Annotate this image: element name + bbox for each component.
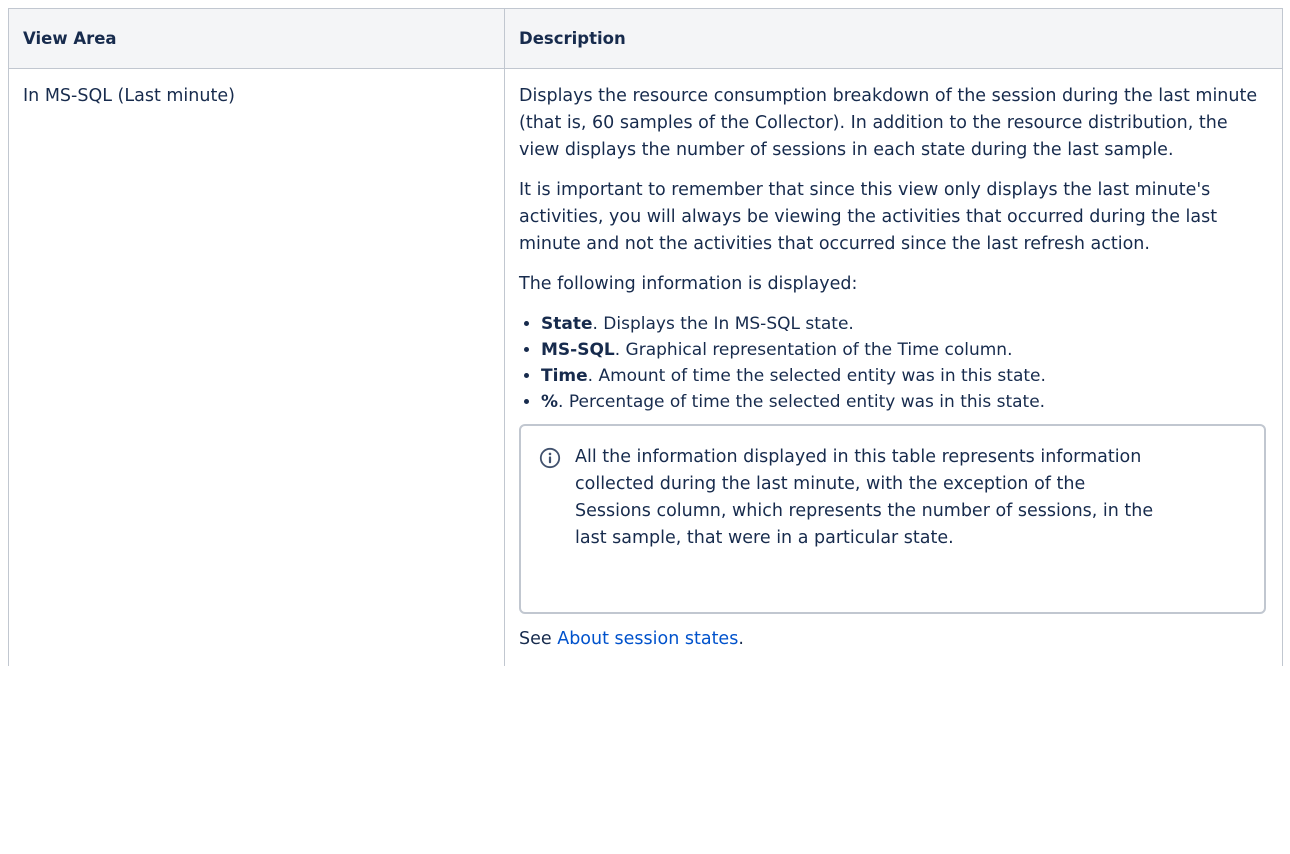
- column-header-description: Description: [504, 8, 1283, 69]
- term-state: State: [541, 314, 593, 334]
- column-header-view-area: View Area: [8, 8, 505, 69]
- list-item-state: State. Displays the In MS-SQL state.: [541, 311, 1266, 337]
- term-time: Time: [541, 366, 588, 386]
- term-description: . Graphical representation of the Time c…: [614, 340, 1013, 360]
- about-session-states-link[interactable]: About session states: [557, 629, 738, 649]
- list-item-percent: %. Percentage of time the selected entit…: [541, 389, 1266, 415]
- see-also-prefix: See: [519, 629, 558, 649]
- description-paragraph: The following information is displayed:: [519, 274, 858, 294]
- term-description: . Displays the In MS-SQL state.: [592, 314, 854, 334]
- table-row: In MS-SQL (Last minute) Displays the res…: [8, 68, 1283, 666]
- page: View Area Description In MS-SQL (Last mi…: [8, 8, 1283, 854]
- information-list: State. Displays the In MS-SQL state. MS-…: [519, 311, 1266, 415]
- list-item-ms-sql: MS-SQL. Graphical representation of the …: [541, 337, 1266, 363]
- view-area-name: In MS-SQL (Last minute): [23, 86, 235, 106]
- info-panel: All the information displayed in this ta…: [519, 424, 1266, 614]
- term-ms-sql: MS-SQL: [541, 340, 615, 360]
- term-percent: %: [541, 392, 559, 412]
- list-item-time: Time. Amount of time the selected entity…: [541, 363, 1266, 389]
- term-description: . Percentage of time the selected entity…: [558, 392, 1046, 412]
- description-paragraph: It is important to remember that since t…: [519, 180, 1218, 254]
- see-also: See About session states.: [519, 626, 1266, 653]
- info-panel-text: All the information displayed in this ta…: [575, 447, 1154, 548]
- term-description: . Amount of time the selected entity was…: [587, 366, 1046, 386]
- table-header-row: View Area Description: [8, 8, 1283, 69]
- view-area-table: View Area Description In MS-SQL (Last mi…: [8, 8, 1283, 666]
- see-also-suffix: .: [738, 629, 744, 649]
- view-area-cell: In MS-SQL (Last minute): [8, 68, 505, 666]
- info-icon: [539, 447, 561, 469]
- description-paragraph: Displays the resource consumption breakd…: [519, 86, 1258, 160]
- description-cell: Displays the resource consumption breakd…: [504, 68, 1283, 666]
